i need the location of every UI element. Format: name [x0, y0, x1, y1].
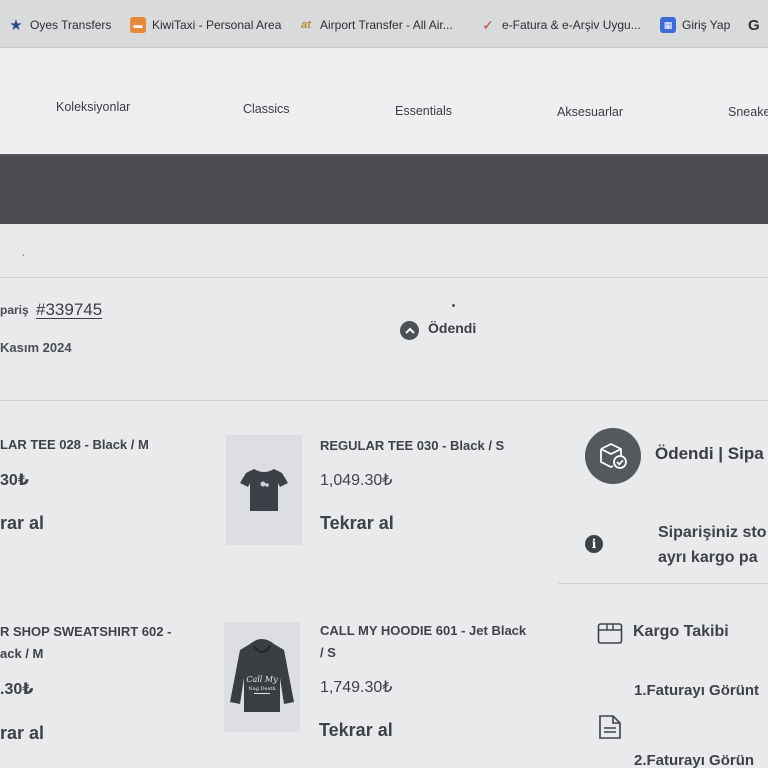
hoodie-print-line-2: Nag Death	[248, 686, 276, 692]
invoice-link-1[interactable]: 1.Faturayı Görünt	[634, 682, 759, 699]
bookmark-label: Oyes Transfers	[30, 18, 112, 32]
bookmark-label: Giriş Yap	[682, 18, 731, 32]
bookmark-kiwitaxi[interactable]: ▬ KiwiTaxi - Personal Area	[130, 14, 281, 36]
page-banner	[0, 156, 768, 224]
checkmark-icon: ✓	[482, 16, 494, 33]
product-name: REGULAR TEE 030 - Black / S	[320, 438, 505, 453]
nav-item-essentials[interactable]: Essentials	[395, 104, 452, 118]
chevron-up-icon	[400, 321, 419, 340]
reorder-button[interactable]: Tekrar al	[319, 720, 393, 741]
shipment-tracking-title[interactable]: Kargo Takibi	[633, 623, 729, 641]
hoodie-icon: Call My Nag Death	[230, 639, 294, 712]
google-icon: G	[748, 16, 760, 34]
invoice-link-2[interactable]: 2.Faturayı Görün	[634, 752, 754, 768]
bookmarks-bar: ★ Oyes Transfers ▬ KiwiTaxi - Personal A…	[0, 0, 768, 48]
stock-info-message: Siparişiniz sto ayrı kargo pa	[658, 520, 766, 570]
info-line: Siparişiniz sto	[658, 524, 767, 541]
info-icon: i	[585, 535, 603, 553]
site-nav: Koleksiyonlar Classics Essentials Aksesu…	[0, 48, 768, 156]
order-status-summary: Ödendi | Sipa	[655, 444, 764, 463]
taxi-icon: ▬	[130, 17, 146, 33]
product-price: .30₺	[0, 681, 34, 698]
product-price: 1,049.30₺	[320, 472, 393, 489]
reorder-button[interactable]: rar al	[0, 723, 44, 744]
box-icon	[597, 623, 623, 644]
product-image-hoodie[interactable]: Call My Nag Death	[224, 622, 300, 732]
bookmark-label: e-Fatura & e-Arşiv Uygu...	[502, 18, 641, 32]
breadcrumb-mark: ˎ	[22, 246, 26, 257]
product-name: R SHOP SWEATSHIRT 602 -	[0, 624, 172, 639]
nav-item-aksesuarlar[interactable]: Aksesuarlar	[557, 105, 623, 119]
document-icon	[599, 715, 621, 739]
panel-divider	[558, 583, 768, 584]
product-image-tee[interactable]	[226, 435, 302, 545]
product-price: 30₺	[0, 472, 29, 489]
product-price: 1,749.30₺	[320, 679, 393, 696]
bookmark-airport-transfer[interactable]: at Airport Transfer - All Air...	[298, 14, 453, 36]
product-name: CALL MY HOODIE 601 - Jet Black	[320, 623, 527, 638]
bookmark-giris-yap[interactable]: ▦ Giriş Yap	[660, 14, 730, 36]
payment-status: Ödendi	[428, 320, 477, 336]
order-date: Kasım 2024	[0, 340, 72, 355]
bookmark-google[interactable]: G	[748, 14, 760, 36]
product-name-variant: / S	[320, 645, 336, 660]
nav-item-classics[interactable]: Classics	[243, 102, 290, 116]
bookmark-label: Airport Transfer - All Air...	[320, 18, 453, 32]
at-icon: at	[301, 19, 311, 31]
breadcrumb	[0, 224, 768, 278]
nav-item-koleksiyonlar[interactable]: Koleksiyonlar	[56, 100, 130, 114]
order-header	[0, 278, 768, 401]
bookmark-e-fatura[interactable]: ✓ e-Fatura & e-Arşiv Uygu...	[480, 14, 641, 36]
product-name: LAR TEE 028 - Black / M	[0, 437, 149, 452]
product-name-variant: ack / M	[0, 646, 44, 661]
reorder-button[interactable]: rar al	[0, 513, 44, 534]
tshirt-icon	[240, 469, 288, 511]
decorative-dot	[452, 304, 455, 307]
order-number-link[interactable]: #339745	[36, 300, 102, 320]
bookmark-oyes-transfers[interactable]: ★ Oyes Transfers	[8, 14, 111, 36]
reorder-button[interactable]: Tekrar al	[320, 513, 394, 534]
package-paid-icon	[585, 428, 641, 484]
nav-item-sneakers[interactable]: Sneake	[728, 105, 768, 119]
info-line: ayrı kargo pa	[658, 549, 758, 566]
hoodie-print-line-1: Call My	[246, 675, 278, 684]
order-label: pariş	[0, 303, 29, 317]
calendar-icon: ▦	[660, 17, 676, 33]
star-icon: ★	[9, 17, 23, 34]
bookmark-label: KiwiTaxi - Personal Area	[152, 18, 282, 32]
